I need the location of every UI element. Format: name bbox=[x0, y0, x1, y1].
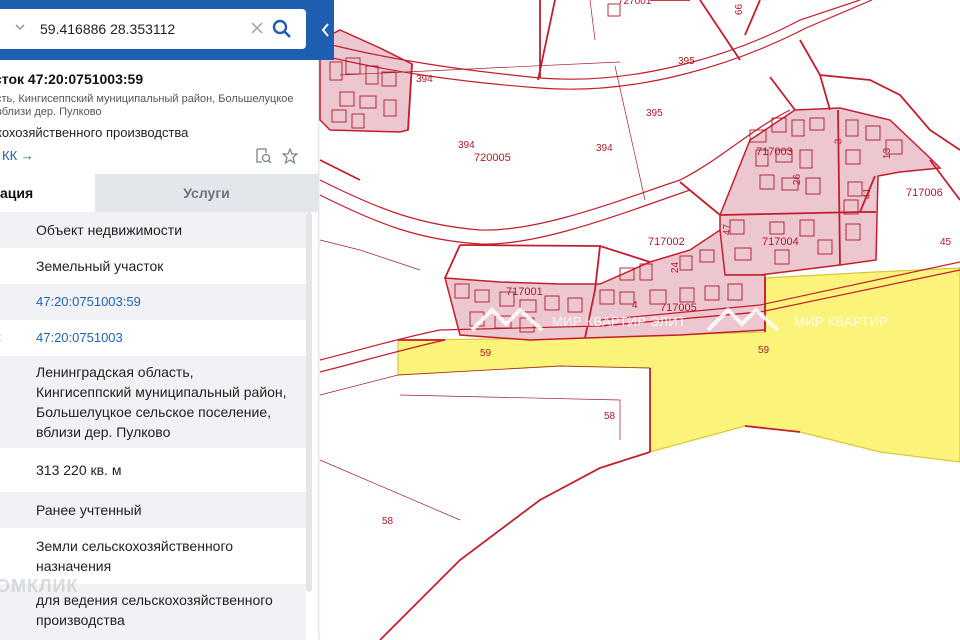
label-4: 4 bbox=[632, 300, 638, 311]
watermark-bottom: ОМКЛИК bbox=[0, 576, 79, 596]
label-394-a: 394 bbox=[416, 74, 433, 85]
search-box[interactable]: 59.416886 28.353112 bbox=[0, 9, 306, 49]
search-document-icon[interactable] bbox=[256, 148, 272, 164]
tab-information[interactable]: ация bbox=[0, 174, 95, 214]
info-row-address: Ленинградская область, Кингисеппский мун… bbox=[0, 356, 306, 448]
info-row-cadastral-number: 47:20:0751003:59 bbox=[0, 284, 306, 320]
label-717003: 717003 bbox=[756, 146, 793, 158]
search-icon[interactable] bbox=[272, 19, 292, 39]
close-icon[interactable] bbox=[250, 21, 264, 35]
label-717002: 717002 bbox=[648, 236, 685, 248]
label-717006: 717006 bbox=[906, 187, 943, 199]
label-24: 24 bbox=[670, 261, 682, 274]
info-label: : bbox=[0, 330, 1, 344]
label-26: 26 bbox=[792, 173, 804, 186]
label-395-a: 395 bbox=[678, 56, 695, 67]
watermark-logo-icon-2 bbox=[706, 307, 780, 332]
parcel-address: сть, Кингисеппский муниципальный район, … bbox=[0, 93, 294, 119]
panel-tabs: ация Услуги bbox=[0, 174, 318, 214]
label-727001: 727001 bbox=[618, 0, 652, 7]
watermark-text-2: МИР КВАРТИР bbox=[794, 314, 889, 329]
info-row-status: Ранее учтенный bbox=[0, 492, 306, 528]
info-value-address: Ленинградская область, Кингисеппский мун… bbox=[36, 364, 287, 440]
parcel-use: кохозяйственного производства bbox=[0, 125, 189, 140]
label-394-c: 394 bbox=[596, 143, 613, 154]
label-720005: 720005 bbox=[474, 152, 511, 164]
label-3: 3 bbox=[833, 138, 845, 145]
label-41: 41 bbox=[862, 187, 874, 200]
label-394-b: 394 bbox=[458, 140, 475, 151]
info-value: Объект недвижимости bbox=[36, 222, 183, 238]
info-row-kind: Земельный участок bbox=[0, 248, 306, 284]
chevron-left-icon bbox=[321, 23, 329, 37]
watermark-text: МИР КВАРТИР ЭЛИТ bbox=[552, 314, 687, 329]
label-717001: 717001 bbox=[506, 286, 543, 298]
info-value: Ранее учтенный bbox=[36, 502, 142, 518]
parcel-address-line-1: сть, Кингисеппский муниципальный район, … bbox=[0, 93, 294, 105]
label-45: 45 bbox=[940, 237, 952, 248]
star-icon[interactable] bbox=[282, 148, 298, 164]
label-47: 47 bbox=[722, 223, 734, 236]
label-66: 66 bbox=[734, 3, 746, 16]
parcel-address-line-2: вблизи дер. Пулково bbox=[0, 106, 102, 118]
label-13: 13 bbox=[882, 147, 894, 160]
label-59-b: 59 bbox=[758, 345, 770, 356]
cadastral-number-link[interactable]: 47:20:0751003:59 bbox=[36, 292, 141, 312]
info-value: 313 220 кв. м bbox=[36, 462, 122, 478]
search-bar: 59.416886 28.353112 bbox=[0, 0, 318, 60]
cadastral-quarter-link[interactable]: 47:20:0751003 bbox=[36, 328, 123, 348]
label-717004: 717004 bbox=[762, 236, 799, 248]
label-58-a: 58 bbox=[604, 411, 616, 422]
info-row-area: 313 220 кв. м bbox=[0, 448, 306, 492]
tab-services-label: Услуги bbox=[183, 185, 230, 201]
panel-scrollbar[interactable] bbox=[306, 212, 312, 592]
kk-link[interactable]: КК → bbox=[2, 148, 34, 163]
chevron-down-icon[interactable] bbox=[14, 21, 26, 33]
tab-information-label: ация bbox=[0, 185, 34, 201]
tab-services[interactable]: Услуги bbox=[95, 174, 318, 212]
label-717005: 717005 bbox=[660, 302, 697, 314]
info-value: Земли сельскохозяйственного назначения bbox=[36, 538, 234, 574]
collapse-panel-button[interactable] bbox=[318, 0, 334, 60]
label-59-a: 59 bbox=[480, 348, 492, 359]
watermark-logo-icon bbox=[470, 307, 544, 332]
label-58-b: 58 bbox=[382, 516, 394, 527]
info-row-object-type: Объект недвижимости bbox=[0, 212, 306, 248]
info-value: Земельный участок bbox=[36, 258, 164, 274]
search-input[interactable]: 59.416886 28.353112 bbox=[40, 21, 175, 37]
info-panel: 59.416886 28.353112 сток 47:20:0751003:5… bbox=[0, 0, 318, 640]
info-row-quarter: : 47:20:0751003 bbox=[0, 320, 306, 356]
label-395-b: 395 bbox=[646, 108, 663, 119]
parcel-title: сток 47:20:0751003:59 bbox=[0, 71, 144, 87]
